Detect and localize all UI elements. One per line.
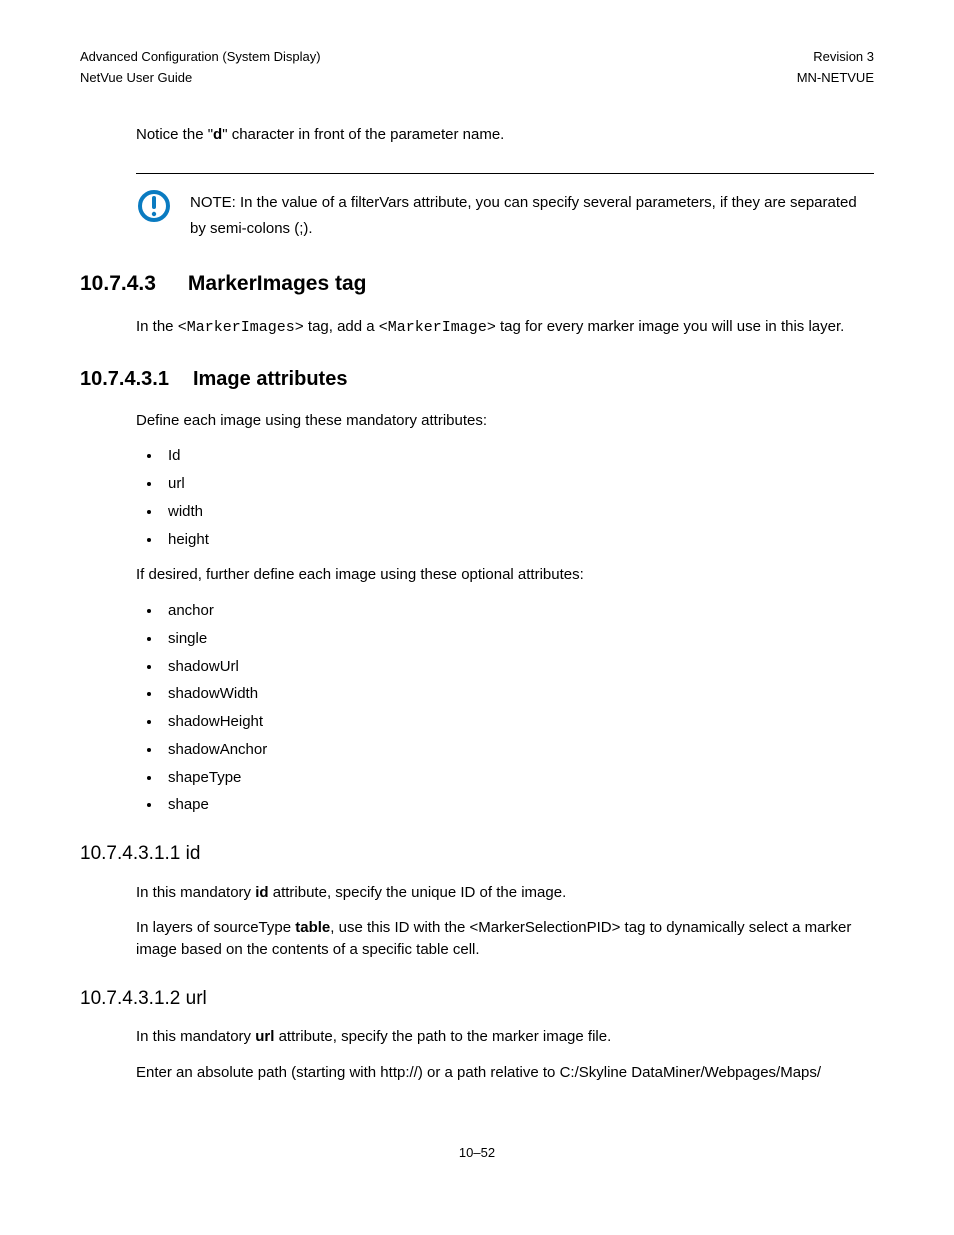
- header-right-2: MN-NETVUE: [797, 69, 874, 88]
- optional-attributes-list: anchor single shadowUrl shadowWidth shad…: [136, 600, 874, 816]
- paragraph: Define each image using these mandatory …: [136, 410, 874, 432]
- paragraph: Enter an absolute path (starting with ht…: [136, 1062, 874, 1084]
- list-item: single: [162, 628, 874, 650]
- note-text: NOTE: In the value of a filterVars attri…: [190, 186, 874, 241]
- list-item: shadowUrl: [162, 656, 874, 678]
- paragraph: In this mandatory url attribute, specify…: [136, 1026, 874, 1048]
- header-row-2: NetVue User Guide MN-NETVUE: [80, 69, 874, 88]
- header-row-1: Advanced Configuration (System Display) …: [80, 48, 874, 67]
- list-item: shape: [162, 794, 874, 816]
- heading-10-7-4-3-1-2: 10.7.4.3.1.2 url: [80, 985, 874, 1013]
- list-item: anchor: [162, 600, 874, 622]
- paragraph: If desired, further define each image us…: [136, 564, 874, 586]
- list-item: url: [162, 473, 874, 495]
- paragraph: In the <MarkerImages> tag, add a <Marker…: [136, 316, 874, 339]
- header-right-1: Revision 3: [813, 48, 874, 67]
- info-icon: [136, 188, 172, 224]
- page-number: 10–52: [80, 1144, 874, 1163]
- list-item: height: [162, 529, 874, 551]
- list-item: shadowHeight: [162, 711, 874, 733]
- paragraph: In layers of sourceType table, use this …: [136, 917, 874, 961]
- heading-10-7-4-3: 10.7.4.3 MarkerImages tag: [80, 269, 874, 299]
- list-item: Id: [162, 445, 874, 467]
- notice-paragraph: Notice the "d" character in front of the…: [136, 124, 874, 146]
- header-left-1: Advanced Configuration (System Display): [80, 48, 321, 67]
- list-item: width: [162, 501, 874, 523]
- header-left-2: NetVue User Guide: [80, 69, 192, 88]
- paragraph: In this mandatory id attribute, specify …: [136, 882, 874, 904]
- divider: [136, 173, 874, 174]
- mandatory-attributes-list: Id url width height: [136, 445, 874, 550]
- list-item: shapeType: [162, 767, 874, 789]
- list-item: shadowWidth: [162, 683, 874, 705]
- heading-10-7-4-3-1-1: 10.7.4.3.1.1 id: [80, 840, 874, 868]
- heading-10-7-4-3-1: 10.7.4.3.1 Image attributes: [80, 365, 874, 394]
- note-box: NOTE: In the value of a filterVars attri…: [136, 186, 874, 241]
- list-item: shadowAnchor: [162, 739, 874, 761]
